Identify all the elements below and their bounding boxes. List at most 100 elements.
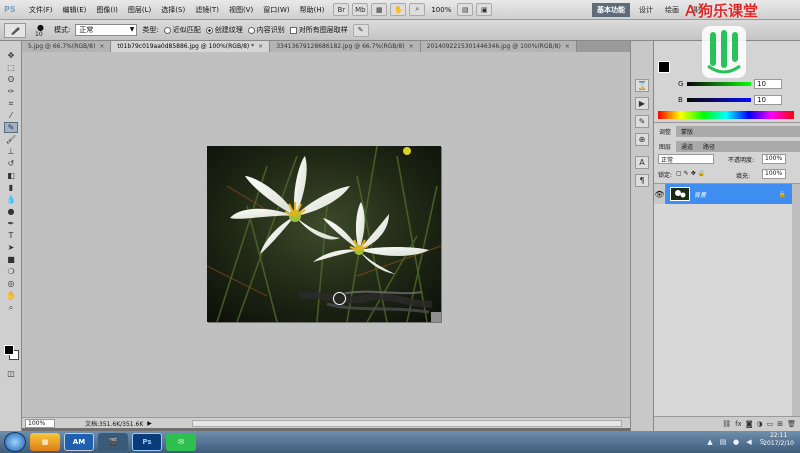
taskbar-explorer[interactable]: ▦ — [30, 433, 60, 451]
layer-mask-icon[interactable]: ◙ — [746, 420, 753, 428]
menu-layer[interactable]: 图层(L) — [123, 5, 156, 15]
history-brush-tool-icon[interactable]: ↺ — [4, 158, 18, 169]
doc-tab-4[interactable]: 2014092215301446346.jpg @ 100%(RGB/8) × — [420, 41, 577, 52]
tray-app-icon[interactable]: ● — [732, 438, 740, 446]
taskbar-am[interactable]: AM — [64, 433, 94, 451]
document-image[interactable] — [207, 146, 441, 322]
horizontal-scrollbar[interactable] — [192, 419, 622, 427]
canvas-area[interactable] — [22, 52, 630, 417]
tray-network-icon[interactable]: ▤ — [719, 438, 727, 446]
eraser-tool-icon[interactable]: ◧ — [4, 170, 18, 181]
workspace-painting[interactable]: 绘画 — [662, 4, 682, 16]
mode-select[interactable]: 正常 ▼ — [75, 24, 138, 36]
tab-paths[interactable]: 路径 — [698, 141, 720, 152]
doc-tab-1[interactable]: 5.jpg @ 66.7%(RGB/8) × — [22, 41, 112, 52]
gradient-tool-icon[interactable]: ▮ — [4, 182, 18, 193]
clone-source-icon[interactable]: ⊕ — [635, 133, 649, 146]
tray-volume-icon[interactable]: ◀ — [745, 438, 753, 446]
close-icon[interactable]: × — [409, 43, 414, 50]
brush-size-picker[interactable]: ● 10 — [31, 23, 49, 38]
3d-orbit-tool-icon[interactable]: ◎ — [4, 278, 18, 289]
layers-scrollbar[interactable] — [792, 184, 800, 416]
delete-layer-icon[interactable]: 🗑 — [787, 420, 796, 428]
arrange-icon[interactable]: ▤ — [457, 3, 474, 16]
dodge-tool-icon[interactable]: ● — [4, 206, 18, 217]
color-spectrum[interactable] — [658, 111, 794, 119]
lock-icons[interactable]: ▢✎✥🔒 — [676, 170, 707, 177]
play-icon[interactable]: ▶ — [147, 420, 152, 427]
workspace-essentials[interactable]: 基本功能 — [592, 3, 630, 17]
doc-info[interactable]: 文档:351.6K/351.6K — [85, 419, 143, 428]
marquee-tool-icon[interactable]: ⬚ — [4, 62, 18, 73]
brush-panel-icon[interactable]: ✎ — [635, 115, 649, 128]
status-zoom-field[interactable]: 100% — [25, 418, 55, 428]
shape-tool-icon[interactable]: ■ — [4, 254, 18, 265]
tool-preset-picker[interactable] — [4, 22, 26, 38]
zoom-tool-icon[interactable]: ⌕ — [409, 3, 426, 16]
spot-healing-tool-icon[interactable]: ✎ — [4, 122, 18, 133]
doc-tab-3[interactable]: 33413679128686182.jpg @ 66.7%(RGB/8) × — [270, 41, 421, 52]
actions-panel-icon[interactable]: ▶ — [635, 97, 649, 110]
tray-arrow-icon[interactable]: ▲ — [706, 438, 714, 446]
tab-layers[interactable]: 图层 — [654, 141, 677, 152]
color-g-field[interactable]: 10 — [754, 79, 782, 89]
sample-all-layers-checkbox[interactable]: 对所有图层取样 — [289, 25, 348, 35]
radio-content-aware[interactable]: 内容识别 — [247, 25, 285, 35]
doc-tab-2[interactable]: t01b79c019aa0d85886.jpg @ 100%(RGB/8) * × — [111, 41, 271, 52]
quick-select-tool-icon[interactable]: ✑ — [4, 86, 18, 97]
close-icon[interactable]: × — [99, 43, 104, 50]
new-layer-icon[interactable]: ⊞ — [777, 420, 783, 428]
clone-stamp-tool-icon[interactable]: ⊥ — [4, 146, 18, 157]
taskbar-clock[interactable]: 22:11 2017/2/10 — [763, 432, 794, 448]
taskbar-photoshop[interactable]: Ps — [132, 433, 162, 451]
bridge-icon[interactable]: Br — [333, 3, 350, 16]
brush-tool-icon[interactable]: 🖌 — [4, 134, 18, 145]
color-b-slider[interactable] — [687, 98, 751, 102]
hand-tool-icon[interactable]: ✋ — [4, 290, 18, 301]
move-tool-icon[interactable]: ✥ — [4, 50, 18, 61]
menu-file[interactable]: 文件(F) — [24, 5, 58, 15]
toolbox-grip[interactable] — [0, 41, 21, 49]
zoom-level[interactable]: 100% — [428, 6, 454, 14]
quick-mask-icon[interactable]: ◫ — [4, 368, 18, 379]
start-button[interactable] — [4, 432, 26, 452]
radio-create-texture[interactable]: 创建纹理 — [205, 25, 243, 35]
tab-masks[interactable]: 蒙版 — [676, 126, 698, 137]
tab-adjustments[interactable]: 调整 — [654, 126, 677, 137]
extras-icon[interactable]: ▦ — [371, 3, 388, 16]
opacity-field[interactable]: 100% — [762, 154, 786, 164]
type-tool-icon[interactable]: T — [4, 230, 18, 241]
menu-filter[interactable]: 滤镜(T) — [190, 5, 224, 15]
menu-image[interactable]: 图像(I) — [91, 5, 123, 15]
radio-proximity-match[interactable]: 近似匹配 — [163, 25, 201, 35]
close-icon[interactable]: × — [565, 43, 570, 50]
link-layers-icon[interactable]: ⛓ — [722, 420, 731, 428]
menu-select[interactable]: 选择(S) — [156, 5, 190, 15]
close-icon[interactable]: × — [258, 43, 263, 50]
pressure-icon[interactable]: ✎ — [352, 23, 369, 37]
path-select-tool-icon[interactable]: ➤ — [4, 242, 18, 253]
tab-channels[interactable]: 通道 — [676, 141, 698, 152]
lasso-tool-icon[interactable]: ʘ — [4, 74, 18, 85]
pen-tool-icon[interactable]: ✒ — [4, 218, 18, 229]
menu-window[interactable]: 窗口(W) — [258, 5, 294, 15]
blend-mode-select[interactable]: 正常 — [658, 154, 714, 164]
group-icon[interactable]: ▭ — [767, 420, 774, 428]
history-panel-icon[interactable]: ⌛ — [635, 79, 649, 92]
layer-row-background[interactable]: 👁 背景 🔒 — [654, 184, 792, 204]
layer-style-icon[interactable]: fx — [735, 420, 742, 428]
taskbar-camera[interactable]: 🎬 — [98, 433, 128, 451]
blur-tool-icon[interactable]: 💧 — [4, 194, 18, 205]
workspace-design[interactable]: 设计 — [636, 4, 656, 16]
zoom-tool-icon[interactable]: ⌕ — [4, 302, 18, 313]
mini-bridge-icon[interactable]: Mb — [352, 3, 369, 16]
crop-tool-icon[interactable]: ⌗ — [4, 98, 18, 109]
color-b-field[interactable]: 10 — [754, 95, 782, 105]
screen-mode-icon[interactable]: ▣ — [476, 3, 493, 16]
eyedropper-tool-icon[interactable]: ⁄ — [4, 110, 18, 121]
foreground-color-swatch[interactable] — [4, 345, 14, 355]
eye-icon[interactable]: 👁 — [654, 184, 666, 204]
adjustment-layer-icon[interactable]: ◑ — [757, 420, 763, 428]
taskbar-wechat[interactable]: ✉ — [166, 433, 196, 451]
menu-view[interactable]: 视图(V) — [224, 5, 258, 15]
